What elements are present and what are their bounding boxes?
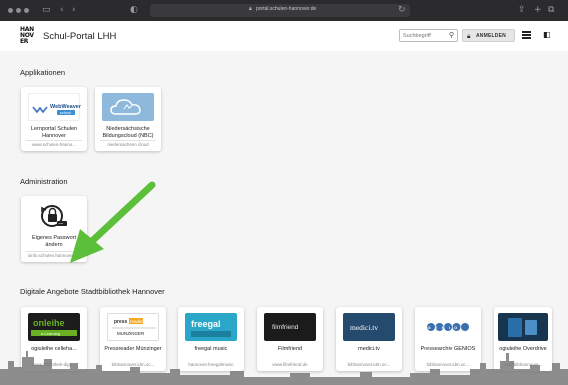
svg-text:GENIO: GENIO bbox=[428, 325, 462, 330]
search-input[interactable] bbox=[403, 32, 445, 40]
card-url: www.schulen-hanno... bbox=[31, 142, 77, 147]
site-header: HAN NOV ER Schul-Portal LHH ⚲ 🔒︎ ANMELDE… bbox=[0, 21, 568, 51]
tab-overview-icon[interactable]: ⧉ bbox=[548, 5, 554, 16]
card-name: Eigenes Passwort ändern bbox=[31, 235, 77, 248]
hannover-logo[interactable]: HAN NOV ER bbox=[20, 27, 36, 45]
main-content: Applikationen WebWeaver school Lernporta… bbox=[0, 51, 568, 385]
card-name: Lernportal Schulen Hannover bbox=[30, 126, 78, 139]
privacy-shield-icon[interactable]: ◐ bbox=[130, 5, 138, 16]
new-tab-icon[interactable]: + bbox=[534, 5, 542, 16]
pressreader-logo: press reader MUNZINGER bbox=[107, 313, 159, 341]
svg-text:freegal: freegal bbox=[191, 319, 221, 329]
svg-text:medici.tv: medici.tv bbox=[350, 323, 378, 332]
admin-card-password[interactable]: **** Eigenes Passwort ändern sinfo.schul… bbox=[21, 196, 87, 262]
svg-text:school: school bbox=[60, 111, 71, 115]
card-name: Niedersächsische Bildungscloud (NBC) bbox=[102, 126, 154, 139]
reload-icon[interactable]: ↻ bbox=[398, 5, 406, 16]
sidebar-toggle-icon[interactable]: ▭ bbox=[42, 5, 51, 16]
city-skyline-decoration bbox=[0, 351, 568, 385]
genios-logo: GENIO bbox=[422, 313, 474, 341]
card-url: sinfo.schulen.hannover.de bbox=[27, 253, 81, 258]
app-card-lernportal[interactable]: WebWeaver school Lernportal Schulen Hann… bbox=[21, 87, 87, 151]
forward-icon[interactable]: › bbox=[72, 5, 76, 16]
browser-toolbar: ▭ ‹ › ◐ 🔒︎ portal.schulen-hannover.de ↻ … bbox=[0, 0, 568, 21]
window-close-dot[interactable] bbox=[8, 8, 13, 13]
padlock-icon: 🔒︎ bbox=[467, 32, 471, 40]
svg-text:reader: reader bbox=[130, 319, 144, 324]
window-minimize-dot[interactable] bbox=[16, 8, 21, 13]
hamburger-menu-icon[interactable] bbox=[522, 30, 531, 39]
freegal-logo: freegal bbox=[185, 313, 237, 341]
filmfriend-logo: filmfriend bbox=[264, 313, 316, 341]
svg-text:onleihe: onleihe bbox=[33, 318, 65, 328]
app-card-nbc[interactable]: Niedersächsische Bildungscloud (NBC) nie… bbox=[95, 87, 161, 151]
card-url: niedersachsen.cloud bbox=[107, 142, 149, 147]
webweaver-logo: WebWeaver school bbox=[28, 93, 82, 121]
svg-text:e-Learning: e-Learning bbox=[41, 331, 60, 336]
password-reset-icon-box: **** bbox=[28, 202, 80, 230]
section-title-library: Digitale Angebote Stadtbibliothek Hannov… bbox=[20, 287, 165, 296]
overdrive-logo bbox=[498, 313, 548, 341]
login-button[interactable]: 🔒︎ ANMELDEN bbox=[462, 29, 515, 42]
cloud-icon bbox=[110, 99, 141, 115]
window-zoom-dot[interactable] bbox=[24, 8, 29, 13]
svg-text:MUNZINGER: MUNZINGER bbox=[117, 331, 145, 336]
layout-toggle-icon[interactable]: ◧ bbox=[543, 30, 552, 39]
medici-logo: medici.tv bbox=[343, 313, 395, 341]
onleihe-logo: onleihe e-Learning bbox=[28, 313, 80, 341]
webweaver-logo-graphic: WebWeaver school bbox=[32, 104, 82, 115]
password-reset-icon: **** bbox=[41, 205, 67, 227]
back-icon[interactable]: ‹ bbox=[60, 5, 64, 16]
search-box[interactable]: ⚲ bbox=[399, 29, 458, 42]
section-title-administration: Administration bbox=[20, 177, 68, 186]
nbc-cloud-logo bbox=[102, 93, 154, 121]
address-bar[interactable]: 🔒︎ portal.schulen-hannover.de bbox=[150, 4, 410, 17]
site-title[interactable]: Schul-Portal LHH bbox=[43, 31, 116, 42]
share-icon[interactable]: ⇪ bbox=[518, 5, 526, 16]
section-title-applications: Applikationen bbox=[20, 68, 66, 77]
svg-text:WebWeaver: WebWeaver bbox=[50, 104, 81, 110]
svg-text:press: press bbox=[114, 319, 128, 325]
lock-icon: 🔒︎ bbox=[249, 6, 252, 12]
url-text: portal.schulen-hannover.de bbox=[256, 6, 317, 12]
svg-text:filmfriend: filmfriend bbox=[272, 324, 299, 331]
search-icon[interactable]: ⚲ bbox=[449, 31, 454, 39]
login-label: ANMELDEN bbox=[476, 33, 506, 39]
